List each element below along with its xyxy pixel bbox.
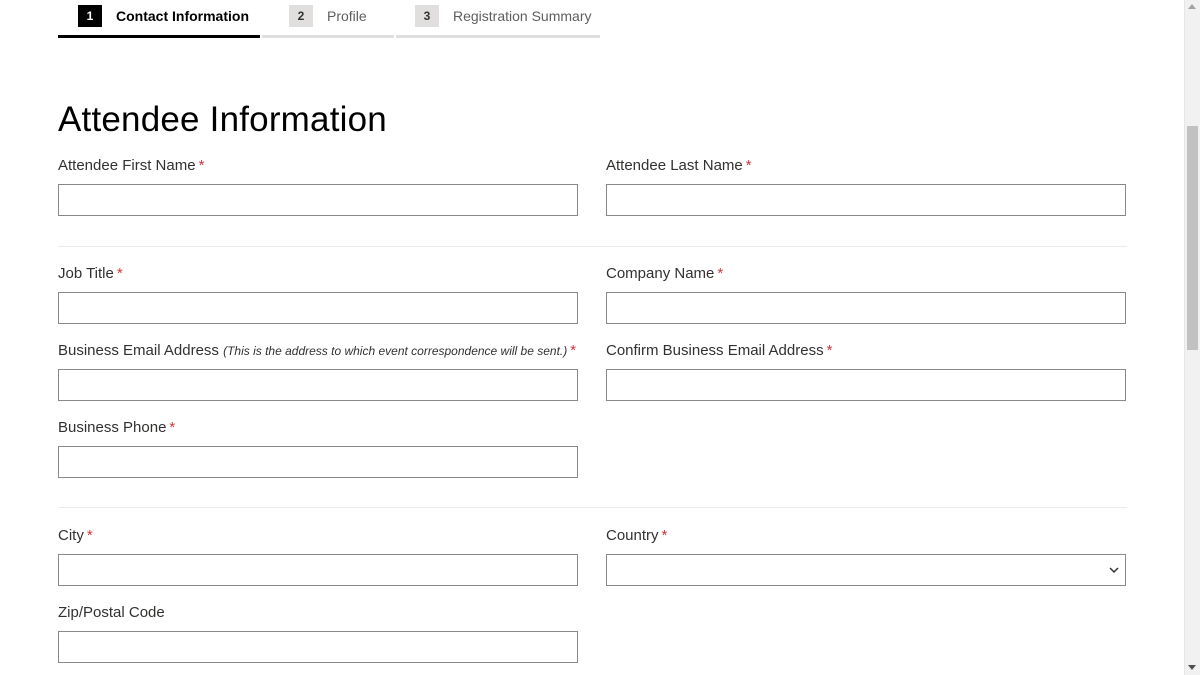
step-number: 1 — [78, 5, 102, 27]
city-label: City * — [58, 527, 578, 549]
business-email-input[interactable] — [58, 369, 578, 401]
job-title-field: Job Title * — [58, 265, 578, 324]
required-marker: * — [661, 527, 668, 544]
step-progress-bar — [396, 35, 600, 38]
job-title-input[interactable] — [58, 292, 578, 324]
job-title-label: Job Title * — [58, 265, 578, 287]
job-title-label-text: Job Title — [58, 265, 114, 282]
required-marker: * — [169, 419, 176, 436]
first-name-label: Attendee First Name * — [58, 157, 578, 179]
business-phone-label-text: Business Phone — [58, 419, 167, 436]
first-name-input[interactable] — [58, 184, 578, 216]
confirm-email-label-text: Confirm Business Email Address — [606, 342, 824, 359]
company-name-label: Company Name * — [606, 265, 1126, 287]
city-label-text: City — [58, 527, 84, 544]
section-divider — [58, 246, 1127, 247]
step-progress-bar — [58, 35, 260, 38]
required-marker: * — [86, 527, 93, 544]
required-marker: * — [570, 342, 577, 359]
business-email-label-text: Business Email Address — [58, 342, 219, 359]
country-label-text: Country — [606, 527, 659, 544]
confirm-email-label: Confirm Business Email Address * — [606, 342, 1126, 364]
last-name-input[interactable] — [606, 184, 1126, 216]
business-phone-field: Business Phone * — [58, 419, 578, 478]
step-label: Profile — [327, 8, 367, 24]
scroll-down-arrow-icon[interactable] — [1188, 665, 1196, 670]
last-name-field: Attendee Last Name * — [606, 157, 1126, 216]
registration-stepper: 1 Contact Information 2 Profile 3 Regist… — [58, 0, 600, 40]
city-input[interactable] — [58, 554, 578, 586]
scrollbar-thumb[interactable] — [1187, 126, 1198, 350]
page-scrollbar[interactable] — [1184, 0, 1200, 675]
confirm-email-input[interactable] — [606, 369, 1126, 401]
step-registration-summary[interactable]: 3 Registration Summary — [396, 0, 600, 38]
step-progress-bar — [262, 35, 394, 38]
zip-input[interactable] — [58, 631, 578, 663]
required-marker: * — [717, 265, 724, 282]
company-name-input[interactable] — [606, 292, 1126, 324]
zip-label: Zip/Postal Code — [58, 604, 578, 626]
step-number: 2 — [289, 5, 313, 27]
country-label: Country * — [606, 527, 1126, 549]
first-name-field: Attendee First Name * — [58, 157, 578, 216]
step-label: Contact Information — [116, 8, 249, 24]
step-label: Registration Summary — [453, 8, 592, 24]
required-marker: * — [116, 265, 123, 282]
step-profile[interactable]: 2 Profile — [262, 0, 394, 38]
company-name-label-text: Company Name — [606, 265, 715, 282]
step-number: 3 — [415, 5, 439, 27]
country-select[interactable] — [606, 554, 1126, 586]
business-phone-label: Business Phone * — [58, 419, 578, 441]
city-field: City * — [58, 527, 578, 586]
business-phone-input[interactable] — [58, 446, 578, 478]
zip-label-text: Zip/Postal Code — [58, 604, 165, 621]
company-name-field: Company Name * — [606, 265, 1126, 324]
required-marker: * — [198, 157, 205, 174]
chevron-down-icon — [1109, 567, 1119, 574]
step-contact-information[interactable]: 1 Contact Information — [58, 0, 260, 38]
page-title: Attendee Information — [58, 100, 387, 139]
last-name-label: Attendee Last Name * — [606, 157, 1126, 179]
business-email-label: Business Email Address (This is the addr… — [58, 342, 578, 364]
last-name-label-text: Attendee Last Name — [606, 157, 743, 174]
required-marker: * — [745, 157, 752, 174]
section-divider — [58, 507, 1127, 508]
first-name-label-text: Attendee First Name — [58, 157, 196, 174]
confirm-email-field: Confirm Business Email Address * — [606, 342, 1126, 401]
registration-page: 1 Contact Information 2 Profile 3 Regist… — [0, 0, 1200, 675]
required-marker: * — [826, 342, 833, 359]
business-email-note: (This is the address to which event corr… — [223, 344, 568, 358]
scroll-up-arrow-icon[interactable] — [1188, 4, 1196, 9]
country-field: Country * — [606, 527, 1126, 586]
business-email-field: Business Email Address (This is the addr… — [58, 342, 578, 401]
zip-field: Zip/Postal Code — [58, 604, 578, 663]
